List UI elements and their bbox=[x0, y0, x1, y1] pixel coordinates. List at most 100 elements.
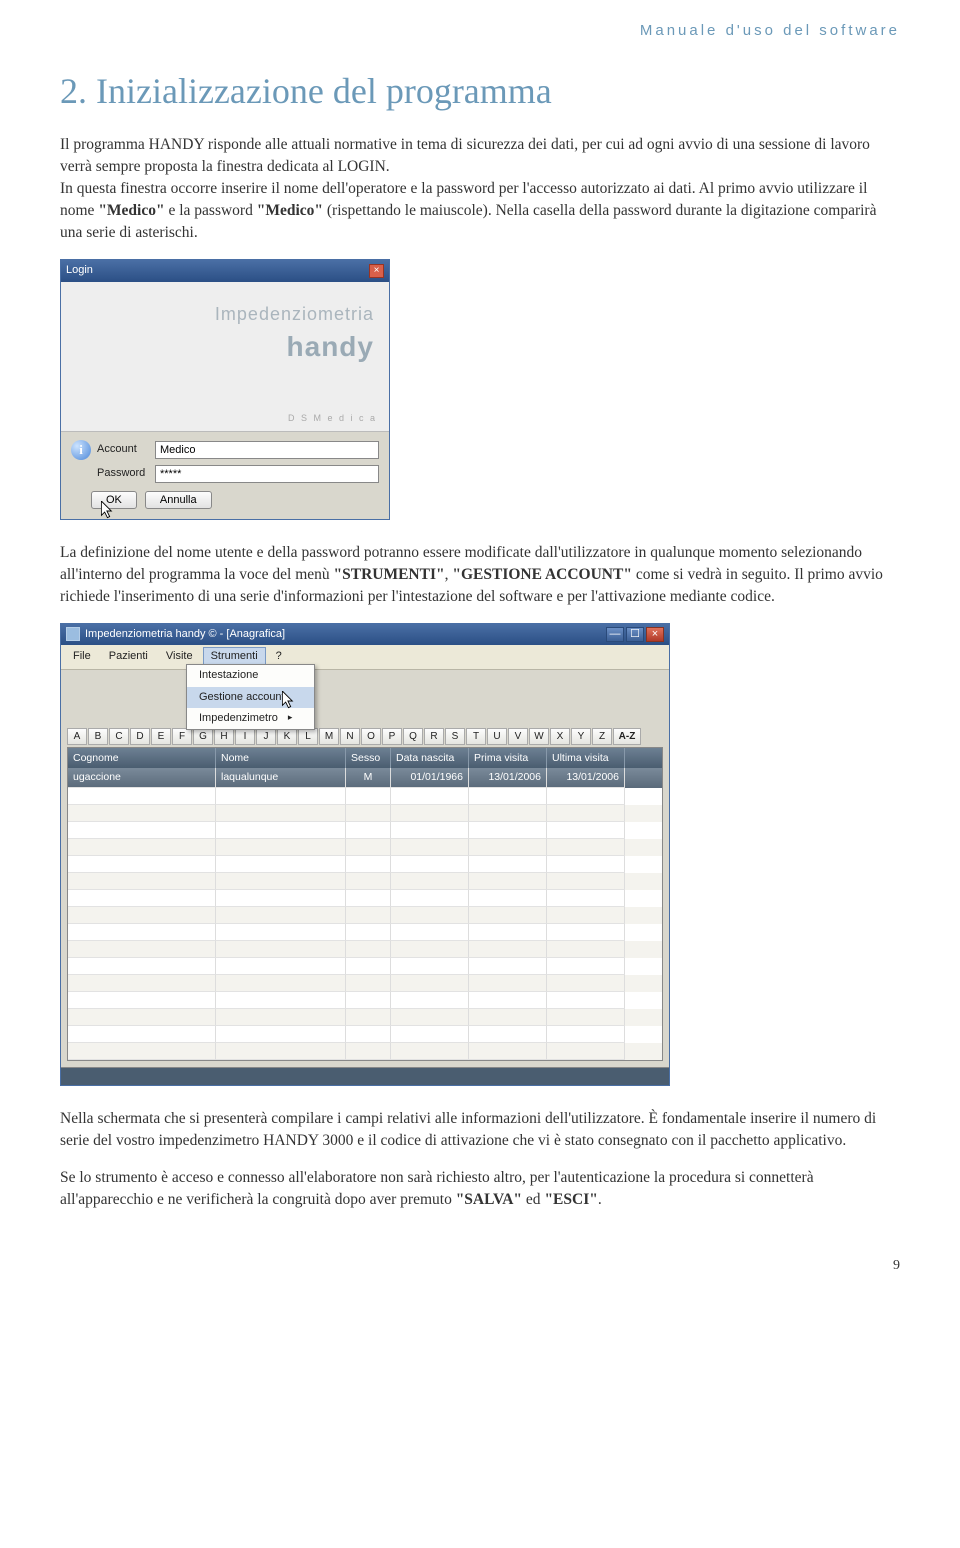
col-prima[interactable]: Prima visita bbox=[469, 748, 547, 769]
table-row[interactable] bbox=[68, 907, 662, 924]
dropdown-gestione-account[interactable]: Gestione account bbox=[187, 687, 314, 708]
alpha-E[interactable]: E bbox=[151, 728, 171, 745]
table-row[interactable] bbox=[68, 941, 662, 958]
empty-cell bbox=[216, 1009, 346, 1026]
empty-cell bbox=[469, 890, 547, 907]
dropdown-intestazione[interactable]: Intestazione bbox=[187, 665, 314, 686]
app-titlebar[interactable]: Impedenziometria handy © - [Anagrafica] … bbox=[61, 624, 669, 645]
empty-cell bbox=[547, 890, 625, 907]
alpha-T[interactable]: T bbox=[466, 728, 486, 745]
table-row[interactable]: ugaccione laqualunque M 01/01/1966 13/01… bbox=[68, 768, 662, 788]
empty-cell bbox=[346, 890, 391, 907]
table-row[interactable] bbox=[68, 924, 662, 941]
table-row[interactable] bbox=[68, 890, 662, 907]
empty-cell bbox=[547, 958, 625, 975]
menu-file[interactable]: File bbox=[65, 647, 99, 666]
empty-cell bbox=[547, 975, 625, 992]
empty-cell bbox=[346, 992, 391, 1009]
dropdown-impedenzimetro[interactable]: Impedenzimetro bbox=[187, 708, 314, 729]
account-input[interactable] bbox=[155, 441, 379, 459]
table-row[interactable] bbox=[68, 992, 662, 1009]
table-row[interactable] bbox=[68, 1043, 662, 1060]
empty-cell bbox=[469, 805, 547, 822]
empty-cell bbox=[346, 822, 391, 839]
alpha-Y[interactable]: Y bbox=[571, 728, 591, 745]
app-window: Impedenziometria handy © - [Anagrafica] … bbox=[60, 623, 670, 1086]
empty-cell bbox=[68, 856, 216, 873]
table-row[interactable] bbox=[68, 856, 662, 873]
table-row[interactable] bbox=[68, 805, 662, 822]
alpha-A[interactable]: A bbox=[67, 728, 87, 745]
empty-cell bbox=[391, 958, 469, 975]
table-row[interactable] bbox=[68, 822, 662, 839]
empty-cell bbox=[391, 975, 469, 992]
empty-cell bbox=[547, 873, 625, 890]
table-row[interactable] bbox=[68, 1009, 662, 1026]
banner-line1: Impedenziometria bbox=[215, 302, 374, 327]
alpha-S[interactable]: S bbox=[445, 728, 465, 745]
col-nascita[interactable]: Data nascita bbox=[391, 748, 469, 769]
col-ultima[interactable]: Ultima visita bbox=[547, 748, 625, 769]
cell-prima: 13/01/2006 bbox=[469, 768, 547, 788]
cell-nome: laqualunque bbox=[216, 768, 346, 788]
login-titlebar[interactable]: Login × bbox=[61, 260, 389, 281]
app-icon bbox=[66, 627, 80, 641]
table-row[interactable] bbox=[68, 873, 662, 890]
table-row[interactable] bbox=[68, 1026, 662, 1043]
alpha-U[interactable]: U bbox=[487, 728, 507, 745]
empty-cell bbox=[547, 992, 625, 1009]
empty-cell bbox=[469, 958, 547, 975]
alpha-C[interactable]: C bbox=[109, 728, 129, 745]
table-row[interactable] bbox=[68, 958, 662, 975]
alpha-M[interactable]: M bbox=[319, 728, 339, 745]
empty-cell bbox=[547, 1043, 625, 1060]
close-icon[interactable]: × bbox=[646, 627, 664, 642]
empty-cell bbox=[469, 1009, 547, 1026]
table-row[interactable] bbox=[68, 975, 662, 992]
close-icon[interactable]: × bbox=[369, 264, 384, 278]
empty-cell bbox=[346, 788, 391, 805]
empty-cell bbox=[469, 941, 547, 958]
empty-cell bbox=[469, 975, 547, 992]
cell-sesso: M bbox=[346, 768, 391, 788]
ok-button[interactable]: OK bbox=[91, 491, 137, 509]
password-input[interactable] bbox=[155, 465, 379, 483]
alpha-P[interactable]: P bbox=[382, 728, 402, 745]
table-row[interactable] bbox=[68, 839, 662, 856]
empty-cell bbox=[547, 1026, 625, 1043]
empty-cell bbox=[469, 1026, 547, 1043]
minimize-icon[interactable]: — bbox=[606, 627, 624, 642]
alpha-B[interactable]: B bbox=[88, 728, 108, 745]
bold: "SALVA" bbox=[456, 1191, 522, 1208]
alpha-X[interactable]: X bbox=[550, 728, 570, 745]
banner-line2: handy bbox=[287, 327, 374, 366]
alpha-N[interactable]: N bbox=[340, 728, 360, 745]
empty-cell bbox=[469, 873, 547, 890]
empty-cell bbox=[391, 1043, 469, 1060]
alpha-W[interactable]: W bbox=[529, 728, 549, 745]
text: ed bbox=[522, 1191, 544, 1208]
empty-cell bbox=[547, 941, 625, 958]
alpha-V[interactable]: V bbox=[508, 728, 528, 745]
col-nome[interactable]: Nome bbox=[216, 748, 346, 769]
alpha-Z[interactable]: Z bbox=[592, 728, 612, 745]
alpha-Q[interactable]: Q bbox=[403, 728, 423, 745]
empty-cell bbox=[216, 975, 346, 992]
empty-cell bbox=[68, 805, 216, 822]
col-sesso[interactable]: Sesso bbox=[346, 748, 391, 769]
alpha-R[interactable]: R bbox=[424, 728, 444, 745]
table-row[interactable] bbox=[68, 788, 662, 805]
section-title: 2. Inizializzazione del programma bbox=[60, 66, 900, 116]
grid-header: Cognome Nome Sesso Data nascita Prima vi… bbox=[68, 748, 662, 769]
empty-cell bbox=[216, 822, 346, 839]
empty-cell bbox=[68, 907, 216, 924]
app-title: Impedenziometria handy © - [Anagrafica] bbox=[85, 627, 285, 642]
alpha-D[interactable]: D bbox=[130, 728, 150, 745]
cancel-button[interactable]: Annulla bbox=[145, 491, 212, 509]
alpha-O[interactable]: O bbox=[361, 728, 381, 745]
col-cognome[interactable]: Cognome bbox=[68, 748, 216, 769]
empty-cell bbox=[68, 1026, 216, 1043]
alpha-A-Z[interactable]: A-Z bbox=[613, 728, 641, 745]
maximize-icon[interactable]: ☐ bbox=[626, 627, 644, 642]
menu-pazienti[interactable]: Pazienti bbox=[101, 647, 156, 666]
